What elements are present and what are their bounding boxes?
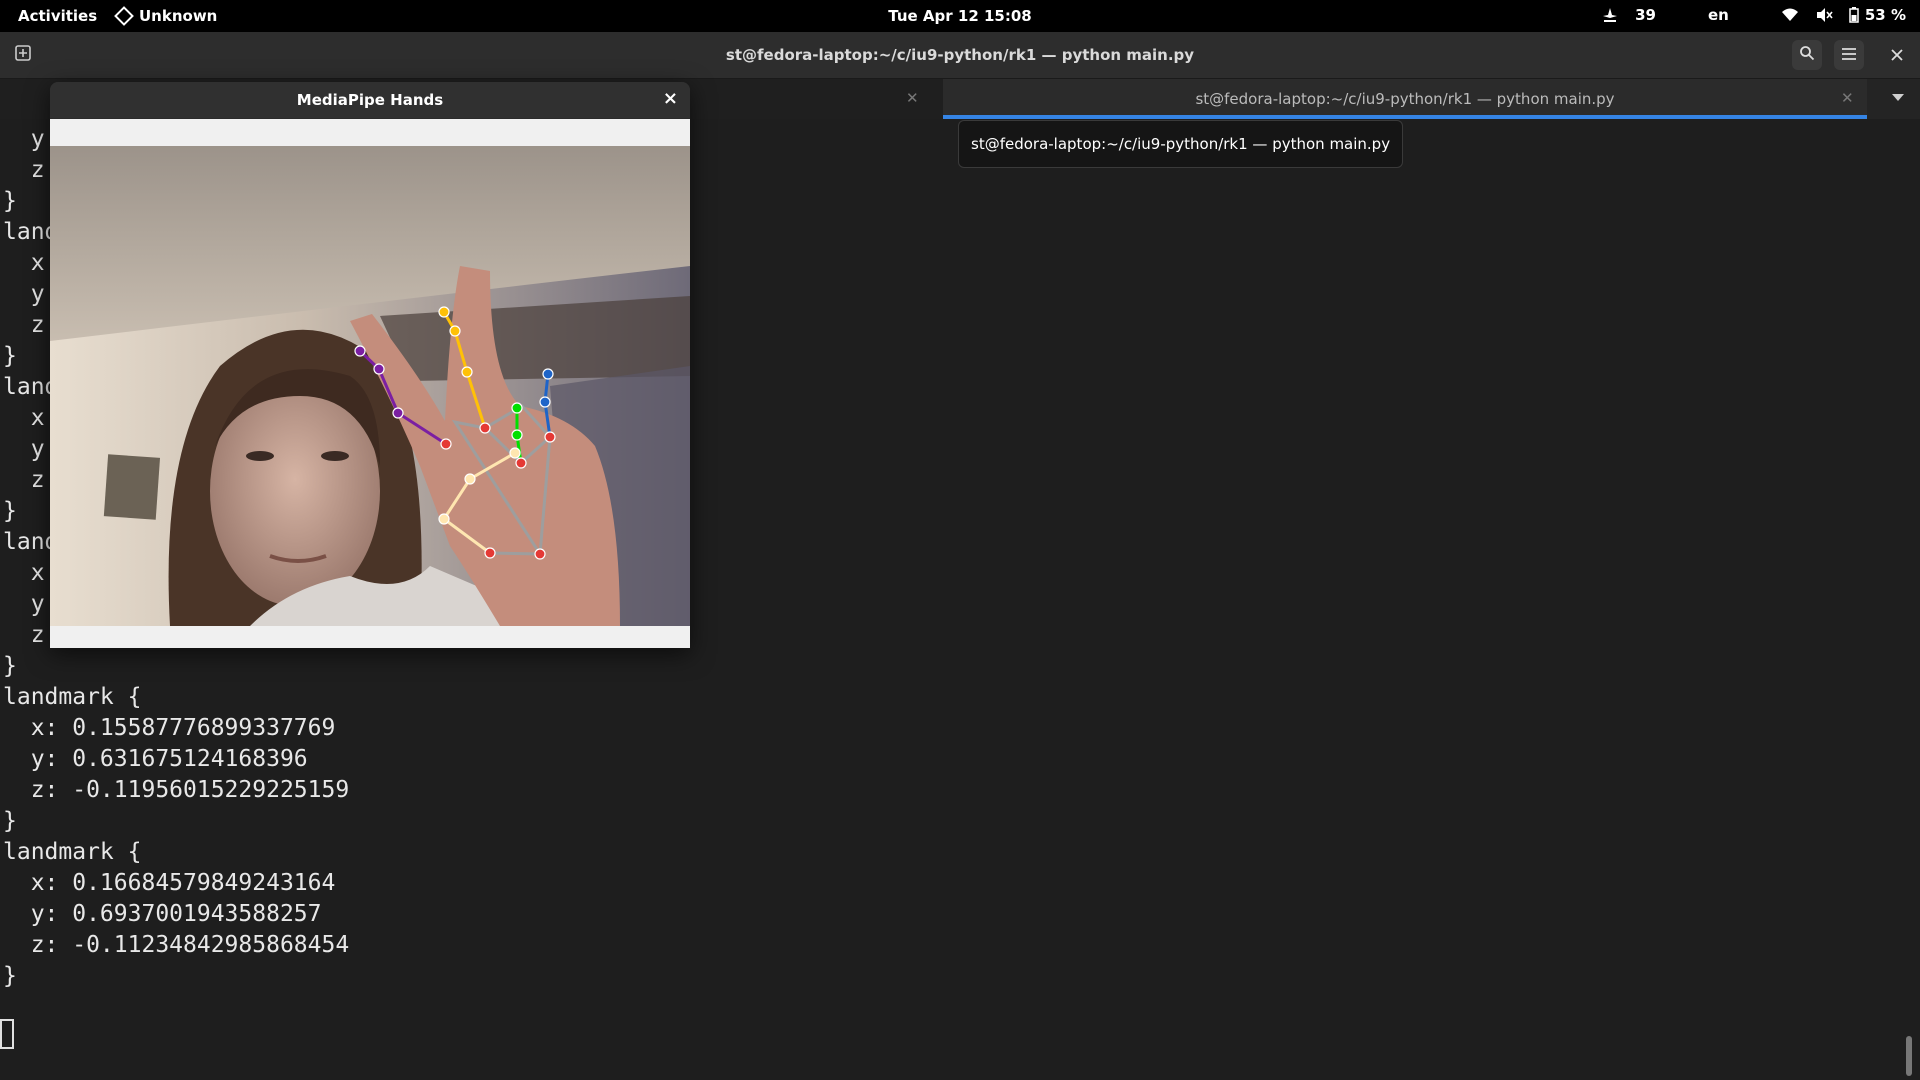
terminal-line: } [3,498,17,524]
mediapipe-window[interactable]: MediaPipe Hands × [50,82,690,648]
close-icon[interactable]: ✕ [906,89,919,107]
active-tab-indicator [943,115,1867,119]
terminal-line: z: -0.11956015229225159 [3,777,350,803]
terminal-line: y [3,126,45,152]
terminal-line: } [3,653,17,679]
chevron-down-icon[interactable] [1892,94,1904,101]
search-icon [1799,45,1815,65]
tray-count: 39 [1635,6,1656,24]
terminal-line: y: 0.631675124168396 [3,746,308,772]
language-indicator[interactable]: en [1708,6,1729,24]
close-icon[interactable]: ✕ [1841,89,1854,107]
terminal-line: z [3,467,45,493]
terminal-line: landmark { [3,839,142,865]
mediapipe-title: MediaPipe Hands [296,91,444,109]
terminal-line: z [3,312,45,338]
top-bar: Activities Unknown Tue Apr 12 15:08 39 e… [0,0,1920,32]
tab-tooltip: st@fedora-laptop:~/c/iu9-python/rk1 — py… [958,120,1404,168]
terminal-line: y [3,591,45,617]
terminal-line: y [3,436,45,462]
tab-label: st@fedora-laptop:~/c/iu9-python/rk1 — py… [1195,90,1615,108]
video-canvas [50,119,690,648]
terminal-line: } [3,343,17,369]
terminal-headerbar: st@fedora-laptop:~/c/iu9-python/rk1 — py… [0,32,1920,79]
window-title: st@fedora-laptop:~/c/iu9-python/rk1 — py… [725,46,1195,64]
terminal-line: x: 0.16684579849243164 [3,870,336,896]
terminal-line: x [3,560,45,586]
system-tray[interactable]: 39 en 53 % [1601,6,1906,24]
desktop: Activities Unknown Tue Apr 12 15:08 39 e… [0,0,1920,1080]
terminal-line: z: -0.11234842985868454 [3,932,350,958]
search-button[interactable] [1792,40,1822,70]
scrollbar[interactable] [1906,1036,1912,1076]
tab-2[interactable]: st@fedora-laptop:~/c/iu9-python/rk1 — py… [943,79,1867,119]
terminal-line: y: 0.6937001943588257 [3,901,322,927]
battery-icon [1849,7,1859,23]
close-window-button[interactable] [1882,40,1912,70]
terminal-line: } [3,808,17,834]
hamburger-menu-icon [1841,46,1857,65]
mediapipe-titlebar[interactable]: MediaPipe Hands × [50,82,690,118]
hand-landmarks-overlay [354,306,556,560]
terminal-line: x [3,250,45,276]
accessibility-icon[interactable] [1601,6,1619,24]
menu-button[interactable] [1834,40,1864,70]
terminal-line: landmark { [3,684,142,710]
camera-frame [50,146,690,626]
close-icon [1891,46,1903,65]
wifi-icon [1781,7,1799,23]
terminal-line: x: 0.15587776899337769 [3,715,336,741]
terminal-line: z [3,157,45,183]
terminal-line: } [3,188,17,214]
terminal-line: } [3,963,17,989]
terminal-line: x [3,405,45,431]
terminal-cursor [0,1019,14,1049]
terminal-line: z [3,622,45,648]
close-icon[interactable]: × [663,88,678,109]
terminal-line: y [3,281,45,307]
volume-muted-icon [1815,7,1833,23]
battery-percentage: 53 % [1864,6,1906,24]
